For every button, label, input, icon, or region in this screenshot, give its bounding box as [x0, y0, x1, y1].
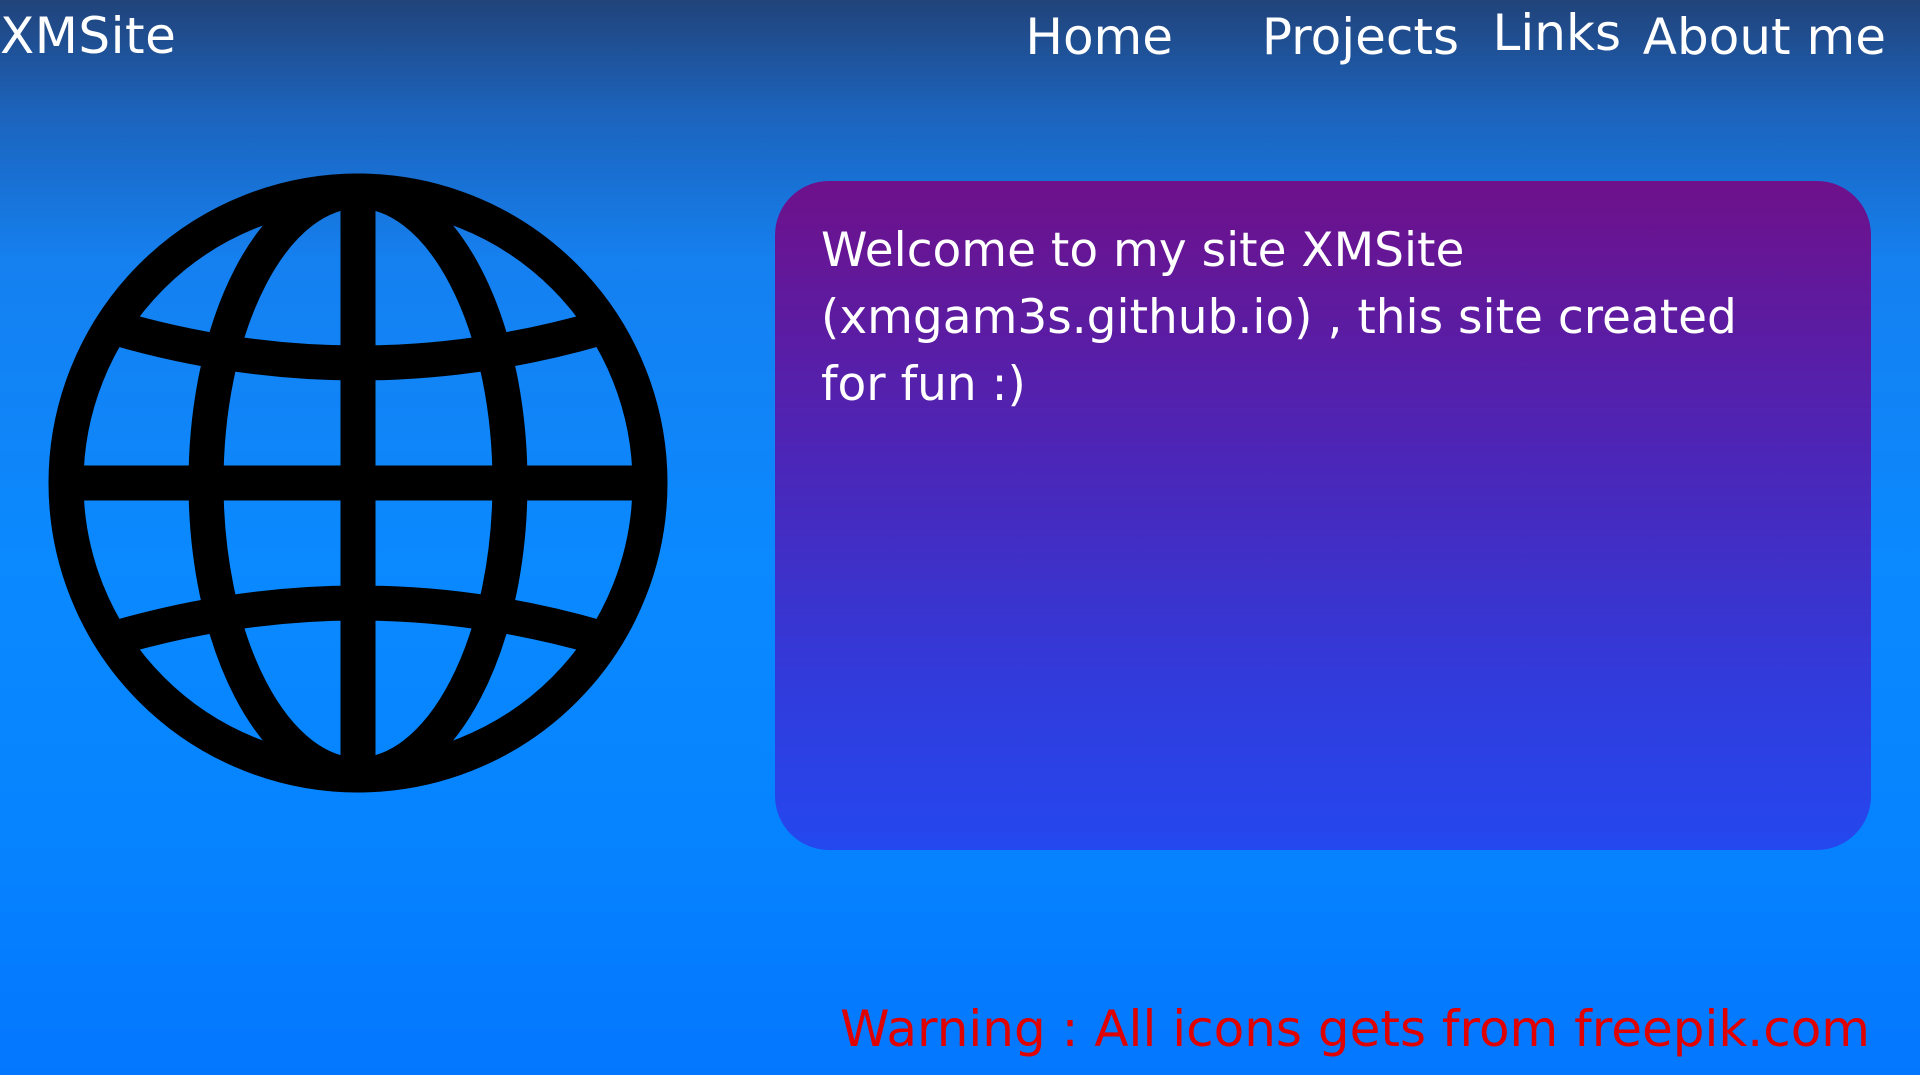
nav-about-link[interactable]: About me: [1643, 4, 1886, 70]
nav-home-link[interactable]: Home: [1025, 4, 1173, 70]
globe-icon: [48, 173, 668, 793]
welcome-text: Welcome to my site XMSite (xmgam3s.githu…: [821, 223, 1737, 412]
icon-credit-warning: Warning : All icons gets from freepik.co…: [840, 1000, 1870, 1058]
welcome-card: Welcome to my site XMSite (xmgam3s.githu…: [775, 181, 1871, 850]
nav-links-link[interactable]: Links: [1493, 0, 1621, 66]
nav-projects-link[interactable]: Projects: [1262, 4, 1459, 70]
site-brand[interactable]: XMSite: [0, 6, 176, 66]
